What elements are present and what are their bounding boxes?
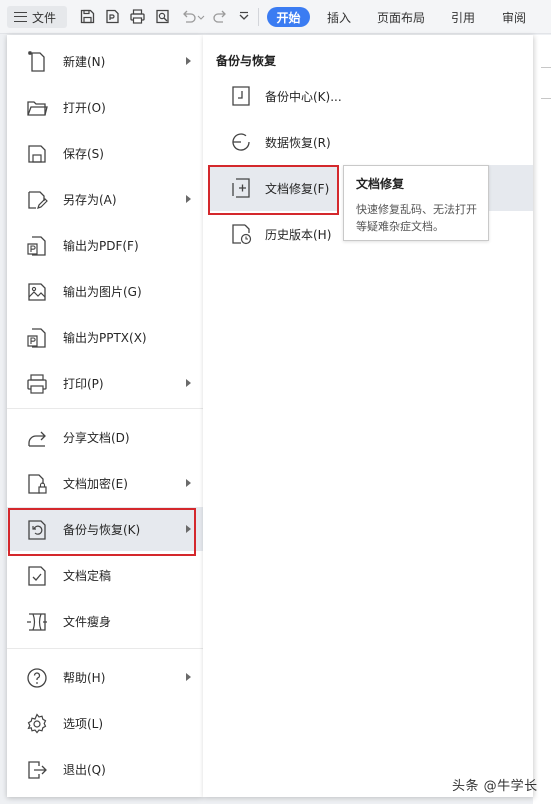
- menu-divider: [7, 648, 203, 649]
- doc-guide-line: [541, 67, 551, 68]
- menu-item-save-as[interactable]: 另存为(A): [7, 177, 203, 221]
- pdf-icon: [25, 234, 49, 258]
- menu-item-label: 另存为(A): [63, 192, 117, 207]
- save-icon: [25, 142, 49, 166]
- folder-open-icon: [25, 96, 49, 120]
- exit-icon: [25, 758, 49, 782]
- chevron-right-icon: [186, 57, 191, 65]
- help-icon: [25, 666, 49, 690]
- submenu-item-doc-repair[interactable]: 文档修复(F): [208, 165, 339, 215]
- finalize-icon: [25, 564, 49, 588]
- menu-item-options[interactable]: 选项(L): [7, 701, 203, 745]
- gear-icon: [25, 712, 49, 736]
- tab-page-layout[interactable]: 页面布局: [377, 9, 425, 26]
- file-menu-label: 文件: [32, 10, 57, 25]
- undo-dropdown-icon[interactable]: [197, 8, 205, 25]
- menu-item-label: 输出为PPTX(X): [63, 330, 147, 345]
- menu-item-label: 输出为PDF(F): [63, 238, 139, 253]
- file-menu-button[interactable]: 文件: [7, 6, 67, 28]
- menu-item-label: 打印(P): [63, 376, 104, 391]
- doc-repair-icon: [229, 176, 253, 200]
- menu-divider: [7, 408, 203, 409]
- menu-item-label: 备份与恢复(K): [63, 522, 141, 537]
- menu-item-label: 文档定稿: [63, 568, 112, 583]
- encrypt-icon: [25, 472, 49, 496]
- tab-home[interactable]: 开始: [267, 7, 310, 27]
- menu-item-label: 选项(L): [63, 716, 104, 731]
- print-icon[interactable]: [129, 8, 146, 25]
- save-icon[interactable]: [79, 8, 96, 25]
- submenu-item-backup-center[interactable]: 备份中心(K)...: [209, 73, 533, 119]
- menu-item-open[interactable]: 打开(O): [7, 85, 203, 129]
- watermark: 头条 @牛学长: [452, 779, 538, 794]
- menu-item-label: 新建(N): [63, 54, 106, 69]
- menu-item-label: 退出(Q): [63, 762, 106, 777]
- menu-item-label: 文档加密(E): [63, 476, 128, 491]
- menu-item-share[interactable]: 分享文档(D): [7, 415, 203, 459]
- menu-item-label: 分享文档(D): [63, 430, 130, 445]
- menu-item-help[interactable]: 帮助(H): [7, 655, 203, 699]
- menu-item-export-image[interactable]: 输出为图片(G): [7, 269, 203, 313]
- chevron-right-icon: [186, 525, 191, 533]
- menu-item-print[interactable]: 打印(P): [7, 361, 203, 405]
- menu-item-new[interactable]: 新建(N): [7, 39, 203, 83]
- submenu-item-data-recovery[interactable]: 数据恢复(R): [209, 119, 533, 165]
- menu-item-label: 保存(S): [63, 146, 104, 161]
- print-icon: [25, 372, 49, 396]
- menu-item-save[interactable]: 保存(S): [7, 131, 203, 175]
- export-pdf-icon[interactable]: [104, 8, 121, 25]
- menu-item-encrypt[interactable]: 文档加密(E): [7, 461, 203, 505]
- backup-center-icon: [229, 84, 253, 108]
- doc-guide-line: [541, 98, 551, 99]
- menu-item-label: 打开(O): [63, 100, 106, 115]
- menu-item-export-pdf[interactable]: 输出为PDF(F): [7, 223, 203, 267]
- chevron-right-icon: [186, 379, 191, 387]
- submenu-item-label: 备份中心(K)...: [265, 90, 342, 104]
- menu-item-exit[interactable]: 退出(Q): [7, 747, 203, 791]
- chevron-right-icon: [186, 479, 191, 487]
- menu-item-label: 文件瘦身: [63, 614, 112, 629]
- file-menu: 新建(N) 打开(O) 保存(S) 另存为(A) 输出为PDF(F) 输出为图片…: [7, 35, 203, 797]
- submenu-hover-strip: [485, 165, 533, 211]
- tab-insert[interactable]: 插入: [327, 9, 351, 26]
- backup-icon: [25, 518, 49, 542]
- hamburger-icon: [14, 12, 27, 22]
- submenu-item-label: 文档修复(F): [265, 182, 330, 196]
- toolbar-separator: [258, 8, 259, 26]
- menu-item-label: 输出为图片(G): [63, 284, 142, 299]
- history-version-icon: [229, 222, 253, 246]
- print-preview-icon[interactable]: [154, 8, 171, 25]
- menu-item-label: 帮助(H): [63, 670, 106, 685]
- pptx-icon: [25, 326, 49, 350]
- menu-item-export-pptx[interactable]: 输出为PPTX(X): [7, 315, 203, 359]
- image-icon: [25, 280, 49, 304]
- new-file-icon: [25, 50, 49, 74]
- backup-restore-submenu: 备份与恢复 备份中心(K)... 数据恢复(R) 文档修复(F) 历史版本(H): [203, 35, 533, 797]
- menu-item-slim[interactable]: 文件瘦身: [7, 599, 203, 643]
- tooltip-title: 文档修复: [356, 177, 405, 191]
- share-icon: [25, 426, 49, 450]
- chevron-right-icon: [186, 673, 191, 681]
- slim-icon: [25, 610, 49, 634]
- submenu-item-label: 数据恢复(R): [265, 136, 331, 150]
- chevron-right-icon: [186, 195, 191, 203]
- redo-icon[interactable]: [212, 8, 229, 25]
- tooltip-body: 快速修复乱码、无法打开等疑难杂症文档。: [356, 203, 477, 233]
- submenu-item-label: 历史版本(H): [265, 228, 332, 242]
- tab-references[interactable]: 引用: [451, 9, 475, 26]
- document-area: [533, 35, 551, 804]
- data-recovery-icon: [229, 130, 253, 154]
- undo-icon[interactable]: [180, 8, 197, 25]
- menu-item-finalize[interactable]: 文档定稿: [7, 553, 203, 597]
- save-as-icon: [25, 188, 49, 212]
- more-icon[interactable]: [238, 8, 250, 25]
- menu-item-backup-restore[interactable]: 备份与恢复(K): [7, 507, 203, 556]
- toolbar: 文件 开始 插入 页面布局 引用 审阅: [0, 0, 551, 34]
- tab-review[interactable]: 审阅: [502, 9, 526, 26]
- doc-repair-tooltip: 文档修复 快速修复乱码、无法打开等疑难杂症文档。: [343, 165, 489, 241]
- submenu-title: 备份与恢复: [216, 54, 277, 68]
